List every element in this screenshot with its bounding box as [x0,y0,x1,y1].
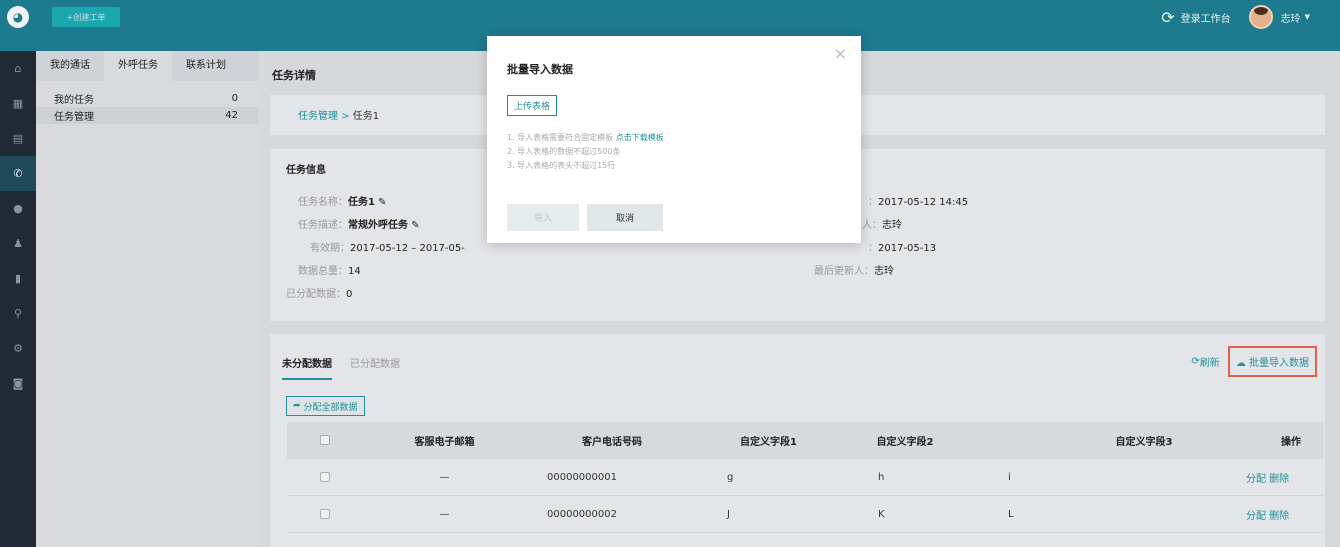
tip-3: 3. 导入表格的表头不超过15行 [507,161,616,170]
bulk-import-modal: 批量导入数据 × 上传表格 1. 导入表格需要符合固定模板 点击下载模板 2. … [487,36,861,243]
import-tips: 1. 导入表格需要符合固定模板 点击下载模板 2. 导入表格的数据不超过500条… [507,131,664,173]
cancel-button[interactable]: 取消 [587,204,663,231]
close-icon[interactable]: × [834,44,847,63]
upload-spreadsheet-button[interactable]: 上传表格 [507,95,558,116]
import-button[interactable]: 导入 [507,204,579,231]
download-template-link[interactable]: 点击下载模板 [616,133,664,142]
tip-2: 2. 导入表格的数据不超过500条 [507,147,621,156]
tip-1: 1. 导入表格需要符合固定模板 [507,133,614,142]
modal-title: 批量导入数据 [507,63,573,76]
